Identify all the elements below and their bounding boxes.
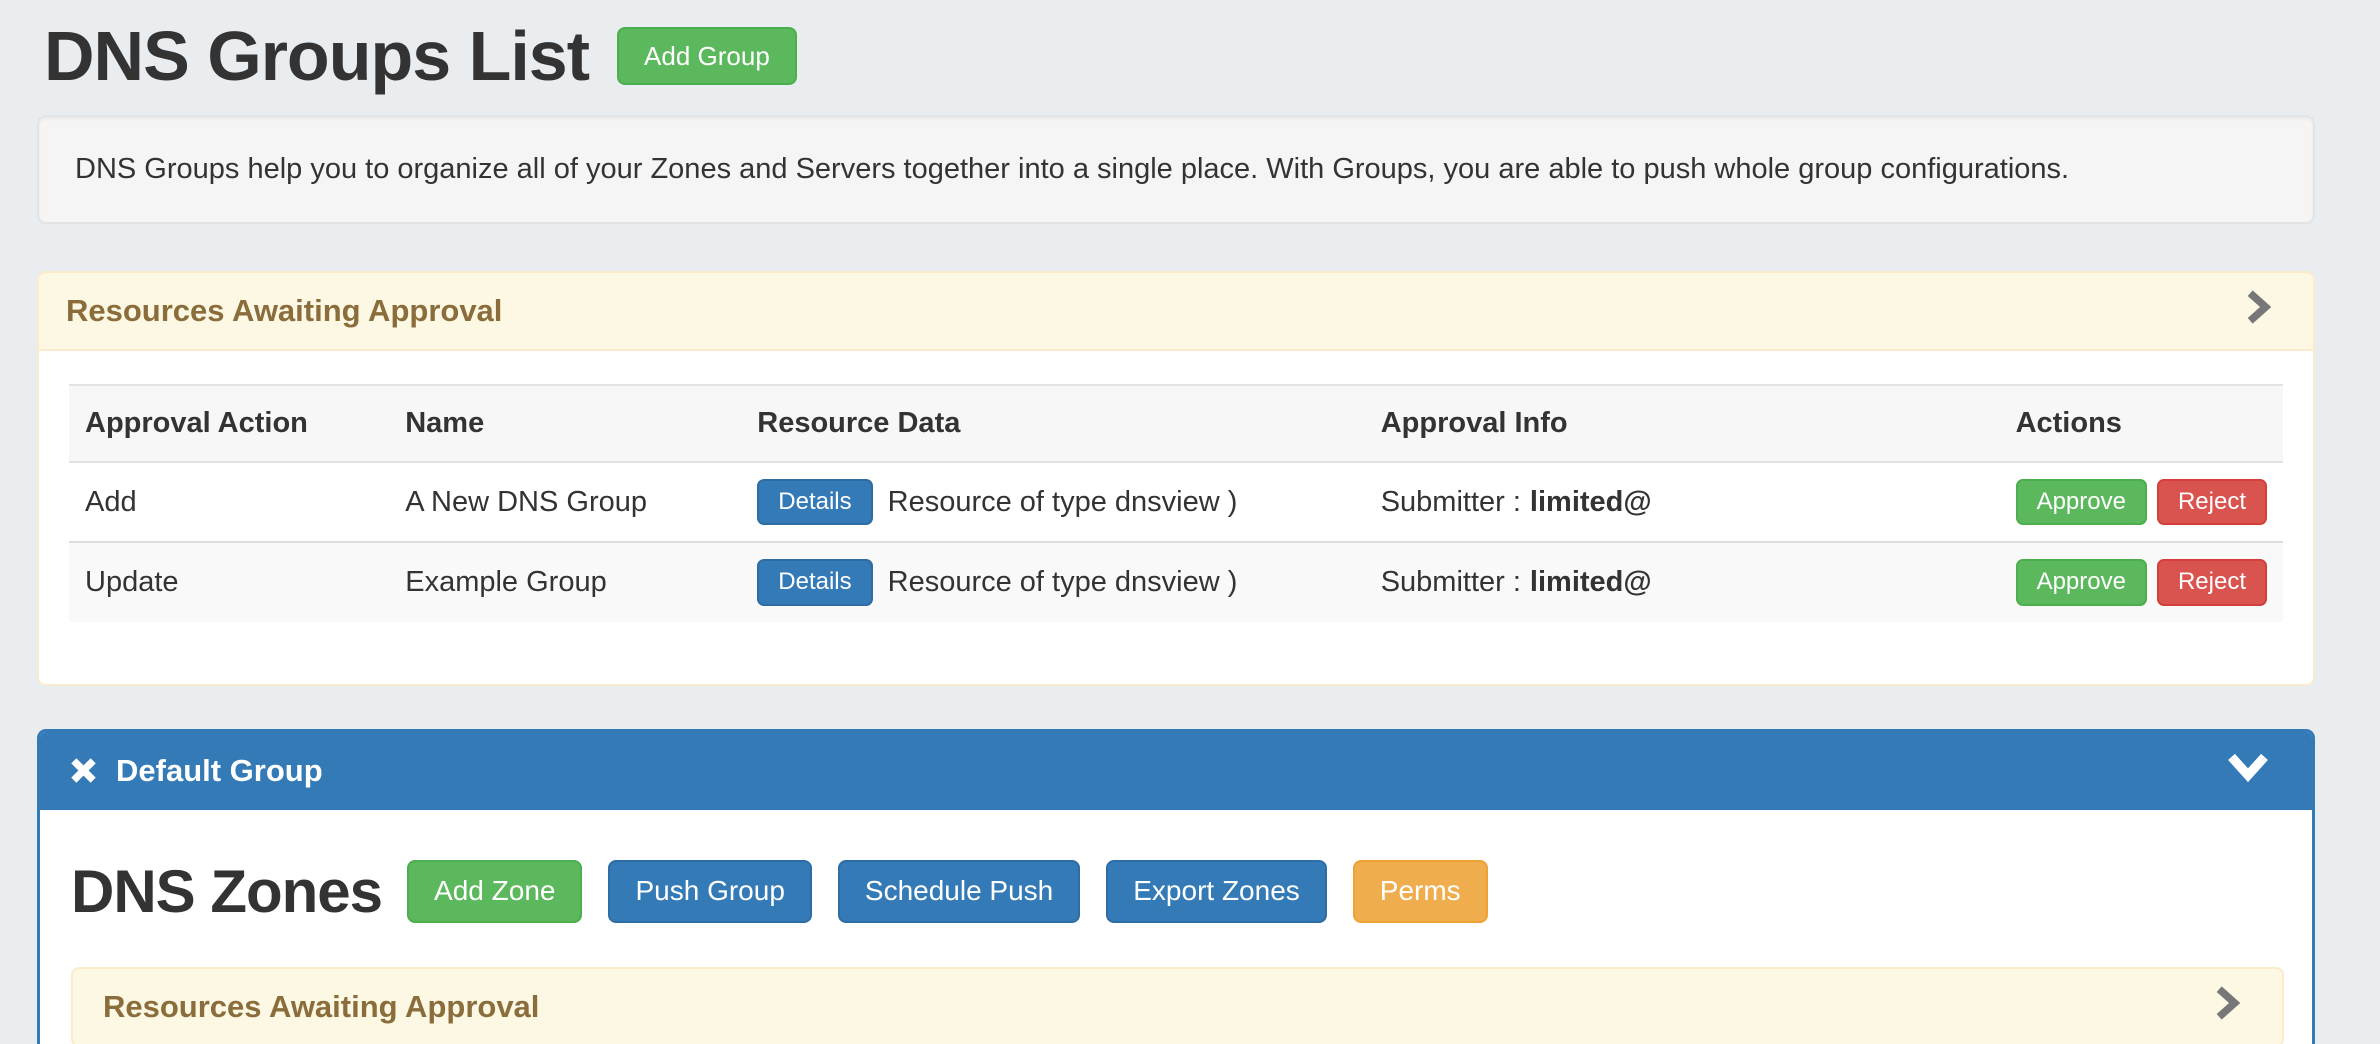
table-row: Update Example Group Details Resource of… [69, 542, 2283, 621]
details-button[interactable]: Details [757, 559, 872, 605]
export-zones-button[interactable]: Export Zones [1106, 860, 1327, 923]
reject-button[interactable]: Reject [2157, 559, 2267, 605]
group-panel-heading[interactable]: Default Group [40, 732, 2312, 810]
add-group-button[interactable]: Add Group [617, 27, 797, 86]
zones-toolbar: DNS Zones Add Zone Push Group Schedule P… [71, 857, 2284, 926]
submitter-label: Submitter : [1381, 486, 1521, 518]
nested-approval-panel-heading[interactable]: Resources Awaiting Approval [71, 967, 2284, 1044]
description-well: DNS Groups help you to organize all of y… [37, 115, 2315, 224]
push-group-button[interactable]: Push Group [608, 860, 811, 923]
cell-resource-data: Details Resource of type dnsview ) [741, 542, 1364, 621]
cell-name: Example Group [389, 542, 741, 621]
chevron-down-icon[interactable] [2226, 751, 2270, 790]
approval-panel-title: Resources Awaiting Approval [66, 293, 502, 328]
group-panel: Default Group DNS Zones Add Zone Push Gr… [37, 729, 2315, 1044]
table-row: Add A New DNS Group Details Resource of … [69, 462, 2283, 542]
approval-table: Approval Action Name Resource Data Appro… [69, 384, 2283, 622]
approval-panel-body: Approval Action Name Resource Data Appro… [39, 351, 2313, 684]
approval-panel-heading[interactable]: Resources Awaiting Approval [39, 273, 2313, 351]
cell-approval-info: Submitter : limited@ [1365, 462, 2000, 542]
cell-actions: Approve Reject [2000, 542, 2283, 621]
group-panel-title: Default Group [116, 753, 323, 789]
approve-button[interactable]: Approve [2016, 559, 2147, 605]
cell-approval-info: Submitter : limited@ [1365, 542, 2000, 621]
description-text: DNS Groups help you to organize all of y… [75, 153, 2069, 185]
column-approval-info: Approval Info [1365, 385, 2000, 462]
group-panel-body: DNS Zones Add Zone Push Group Schedule P… [40, 810, 2312, 1044]
cell-approval-action: Add [69, 462, 389, 542]
resource-text: Resource of type dnsview ) [888, 486, 1238, 519]
column-approval-action: Approval Action [69, 385, 389, 462]
perms-button[interactable]: Perms [1353, 860, 1488, 923]
chevron-right-icon[interactable] [2244, 288, 2271, 335]
reject-button[interactable]: Reject [2157, 479, 2267, 525]
cell-resource-data: Details Resource of type dnsview ) [741, 462, 1364, 542]
submitter-label: Submitter : [1381, 566, 1521, 598]
schedule-push-button[interactable]: Schedule Push [838, 860, 1080, 923]
resource-text: Resource of type dnsview ) [888, 566, 1238, 599]
column-resource-data: Resource Data [741, 385, 1364, 462]
details-button[interactable]: Details [757, 479, 872, 525]
cell-name: A New DNS Group [389, 462, 741, 542]
cell-approval-action: Update [69, 542, 389, 621]
submitter-value: limited@ [1530, 566, 1652, 598]
approval-panel: Resources Awaiting Approval Approval Act… [37, 271, 2315, 686]
add-zone-button[interactable]: Add Zone [407, 860, 582, 923]
approve-button[interactable]: Approve [2016, 479, 2147, 525]
chevron-right-icon[interactable] [2213, 983, 2240, 1030]
column-name: Name [389, 385, 741, 462]
page-header: DNS Groups List Add Group [37, 0, 2315, 96]
cell-actions: Approve Reject [2000, 462, 2283, 542]
column-actions: Actions [2000, 385, 2283, 462]
x-icon[interactable] [68, 755, 99, 786]
page-title: DNS Groups List [44, 16, 589, 96]
page-container: DNS Groups List Add Group DNS Groups hel… [37, 0, 2315, 1044]
table-header-row: Approval Action Name Resource Data Appro… [69, 385, 2283, 462]
submitter-value: limited@ [1530, 486, 1652, 518]
nested-approval-panel-title: Resources Awaiting Approval [103, 989, 539, 1024]
zones-title: DNS Zones [71, 857, 382, 926]
